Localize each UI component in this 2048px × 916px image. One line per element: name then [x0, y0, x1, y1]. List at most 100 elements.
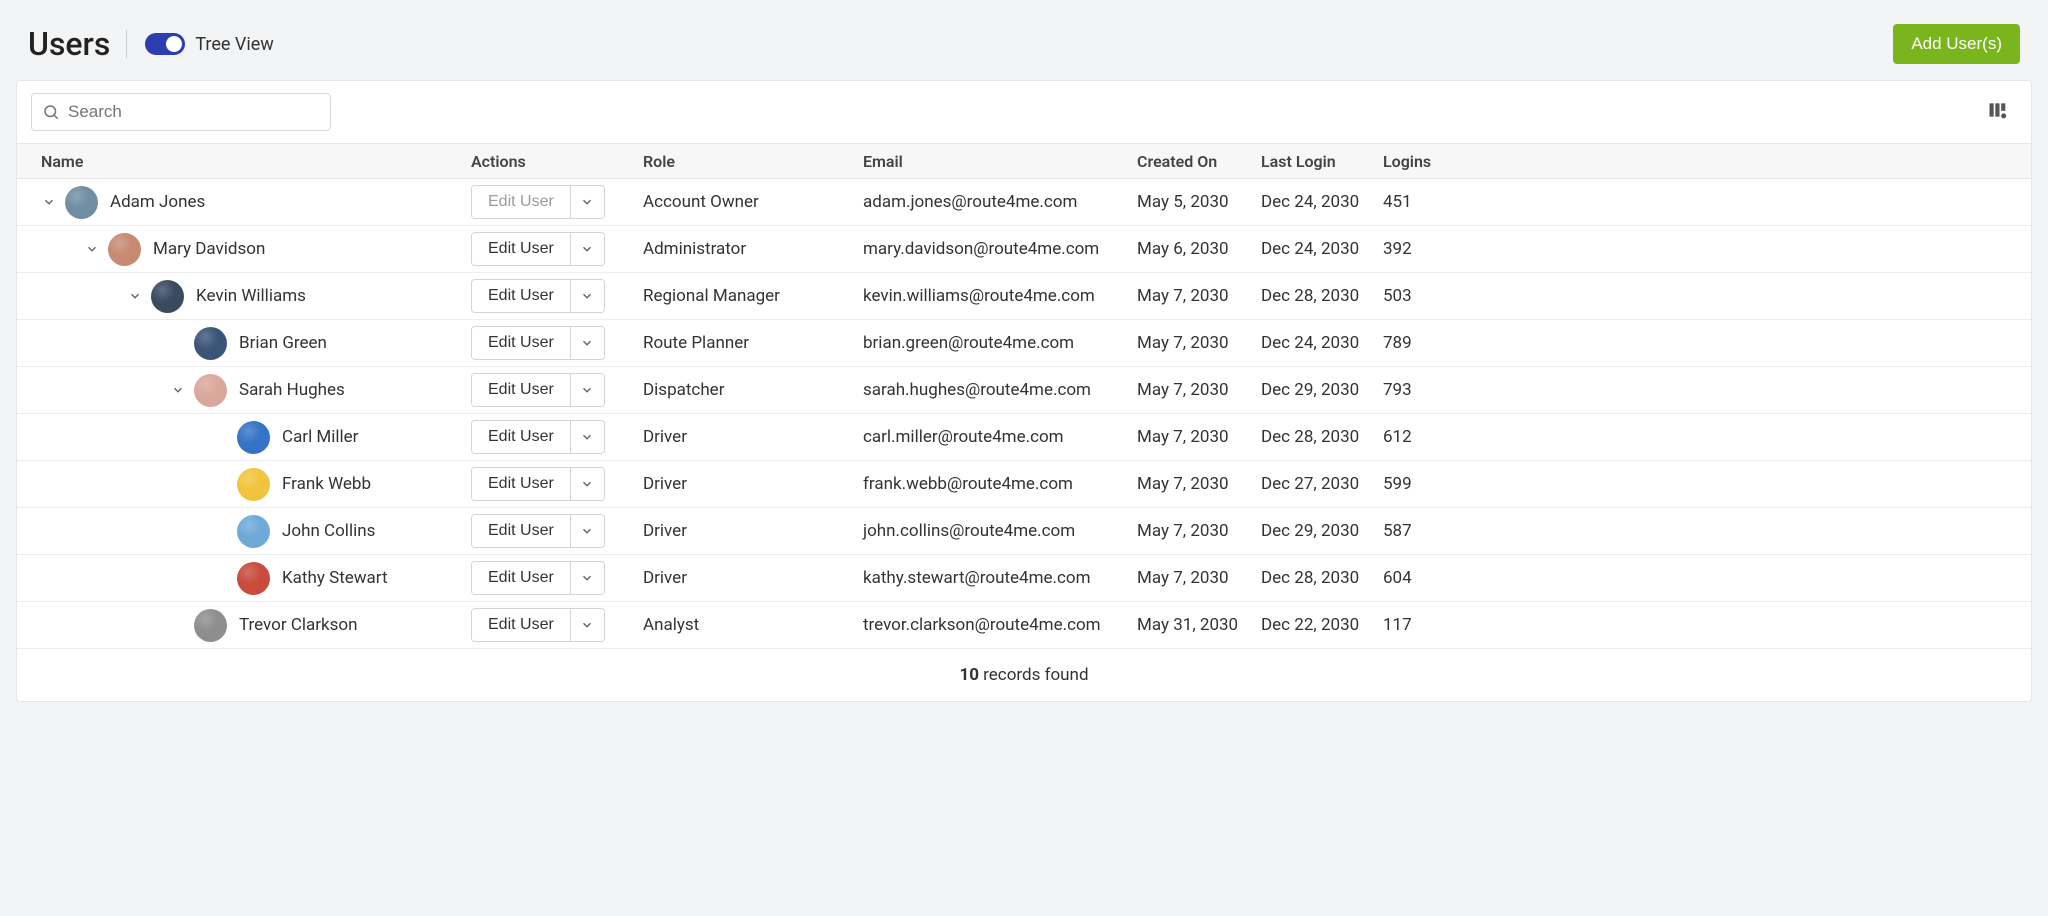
table-row: Kevin WilliamsEdit UserRegional Managerk…	[17, 273, 2031, 320]
records-footer: 10 records found	[17, 649, 2031, 701]
edit-user-button[interactable]: Edit User	[472, 374, 570, 406]
avatar	[237, 562, 270, 595]
edit-user-dropdown[interactable]	[570, 280, 604, 312]
table-row: Kathy Stewart Edit User Driverkathy.stewar…	[17, 555, 2031, 602]
role-cell: Driver	[633, 474, 853, 494]
lastlogin-cell: Dec 29, 2030	[1251, 521, 1373, 541]
email-cell: john.collins@route4me.com	[853, 521, 1127, 541]
edit-user-dropdown[interactable]	[570, 468, 604, 500]
edit-user-dropdown[interactable]	[570, 562, 604, 594]
lastlogin-cell: Dec 28, 2030	[1251, 427, 1373, 447]
table-row: Brian GreenEdit UserRoute Plannerbrian.g…	[17, 320, 2031, 367]
edit-user-dropdown[interactable]	[570, 374, 604, 406]
avatar	[108, 233, 141, 266]
edit-user-button[interactable]: Edit User	[472, 233, 570, 265]
table-header: Name Actions Role Email Created On Last …	[17, 143, 2031, 179]
logins-cell: 789	[1373, 333, 1493, 353]
expand-icon[interactable]	[41, 194, 57, 210]
avatar	[194, 327, 227, 360]
avatar	[237, 515, 270, 548]
expand-icon[interactable]	[84, 241, 100, 257]
user-name: Mary Davidson	[153, 239, 265, 259]
actions-cell: Edit User	[461, 373, 633, 407]
email-cell: brian.green@route4me.com	[853, 333, 1127, 353]
edit-user-button[interactable]: Edit User	[472, 562, 570, 594]
logins-cell: 451	[1373, 192, 1493, 212]
name-cell: Carl Miller	[17, 414, 461, 460]
actions-cell: Edit User	[461, 608, 633, 642]
columns-settings-icon[interactable]	[1987, 100, 2007, 124]
name-cell: Kathy Stewart	[17, 555, 461, 601]
actions-cell: Edit User	[461, 514, 633, 548]
user-name: Sarah Hughes	[239, 380, 345, 400]
actions-cell: Edit User	[461, 326, 633, 360]
email-cell: kathy.stewart@route4me.com	[853, 568, 1127, 588]
name-cell: Adam Jones	[17, 179, 461, 225]
add-user-button[interactable]: Add User(s)	[1893, 24, 2020, 64]
logins-cell: 503	[1373, 286, 1493, 306]
search-input[interactable]	[68, 102, 320, 122]
col-header-role[interactable]: Role	[633, 152, 853, 171]
logins-cell: 612	[1373, 427, 1493, 447]
search-icon	[42, 103, 60, 121]
avatar	[237, 468, 270, 501]
col-header-created[interactable]: Created On	[1127, 152, 1251, 171]
user-name: Kevin Williams	[196, 286, 306, 306]
col-header-name[interactable]: Name	[17, 152, 461, 171]
edit-user-button[interactable]: Edit User	[472, 327, 570, 359]
col-header-actions[interactable]: Actions	[461, 152, 633, 171]
created-cell: May 7, 2030	[1127, 474, 1251, 494]
edit-user-button[interactable]: Edit User	[472, 468, 570, 500]
name-cell: Mary Davidson	[17, 226, 461, 272]
avatar	[194, 609, 227, 642]
search-input-wrap[interactable]	[31, 93, 331, 131]
edit-user-button[interactable]: Edit User	[472, 280, 570, 312]
email-cell: kevin.williams@route4me.com	[853, 286, 1127, 306]
actions-cell: Edit User	[461, 467, 633, 501]
expand-icon[interactable]	[170, 382, 186, 398]
table-row: Mary DavidsonEdit UserAdministratormary.…	[17, 226, 2031, 273]
role-cell: Driver	[633, 568, 853, 588]
edit-user-button[interactable]: Edit User	[472, 515, 570, 547]
expand-icon[interactable]	[127, 288, 143, 304]
edit-user-dropdown[interactable]	[570, 515, 604, 547]
email-cell: sarah.hughes@route4me.com	[853, 380, 1127, 400]
edit-user-dropdown[interactable]	[570, 186, 604, 218]
name-cell: Frank Webb	[17, 461, 461, 507]
edit-user-dropdown[interactable]	[570, 233, 604, 265]
name-cell: Sarah Hughes	[17, 367, 461, 413]
edit-user-dropdown[interactable]	[570, 421, 604, 453]
created-cell: May 7, 2030	[1127, 333, 1251, 353]
edit-user-button[interactable]: Edit User	[472, 609, 570, 641]
tree-view-toggle[interactable]	[145, 33, 185, 55]
user-name: Kathy Stewart	[282, 568, 388, 588]
created-cell: May 5, 2030	[1127, 192, 1251, 212]
created-cell: May 6, 2030	[1127, 239, 1251, 259]
name-cell: Kevin Williams	[17, 273, 461, 319]
lastlogin-cell: Dec 22, 2030	[1251, 615, 1373, 635]
edit-user-button[interactable]: Edit User	[472, 421, 570, 453]
users-panel: Name Actions Role Email Created On Last …	[16, 80, 2032, 702]
logins-cell: 604	[1373, 568, 1493, 588]
table-row: Carl MillerEdit UserDrivercarl.miller@ro…	[17, 414, 2031, 461]
user-name: Carl Miller	[282, 427, 358, 447]
role-cell: Analyst	[633, 615, 853, 635]
avatar	[237, 421, 270, 454]
role-cell: Administrator	[633, 239, 853, 259]
role-cell: Driver	[633, 427, 853, 447]
role-cell: Route Planner	[633, 333, 853, 353]
actions-cell: Edit User	[461, 279, 633, 313]
table-row: Trevor ClarksonEdit UserAnalysttrevor.cl…	[17, 602, 2031, 649]
lastlogin-cell: Dec 29, 2030	[1251, 380, 1373, 400]
col-header-logins[interactable]: Logins	[1373, 152, 1493, 171]
lastlogin-cell: Dec 28, 2030	[1251, 568, 1373, 588]
role-cell: Account Owner	[633, 192, 853, 212]
actions-cell: Edit User	[461, 420, 633, 454]
col-header-email[interactable]: Email	[853, 152, 1127, 171]
logins-cell: 117	[1373, 615, 1493, 635]
col-header-lastlogin[interactable]: Last Login	[1251, 152, 1373, 171]
lastlogin-cell: Dec 24, 2030	[1251, 239, 1373, 259]
edit-user-dropdown[interactable]	[570, 609, 604, 641]
edit-user-dropdown[interactable]	[570, 327, 604, 359]
logins-cell: 599	[1373, 474, 1493, 494]
